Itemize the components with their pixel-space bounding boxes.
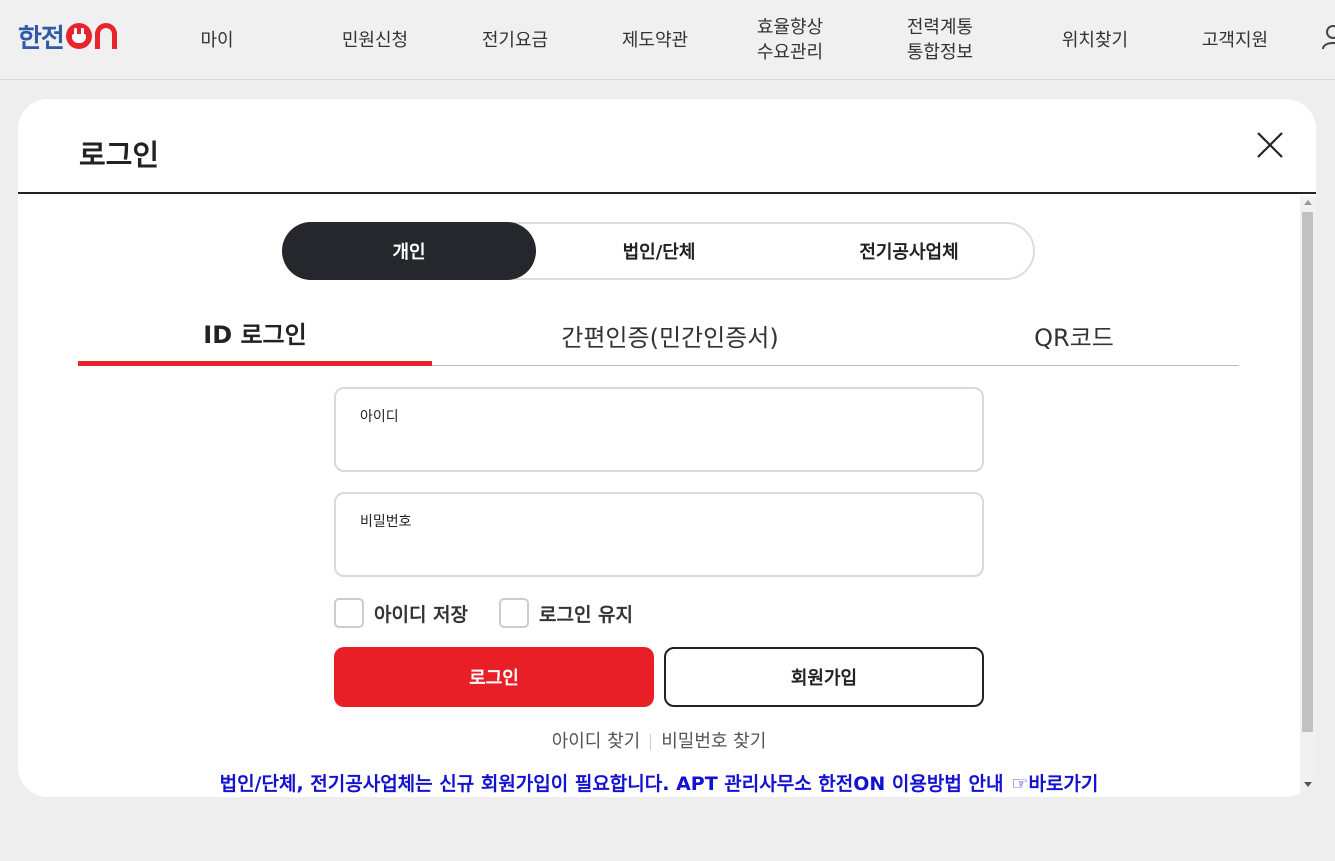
close-icon[interactable] xyxy=(1254,129,1286,161)
find-id-link[interactable]: 아이디 찾기 xyxy=(552,731,641,752)
save-id-checkbox-row[interactable]: 아이디 저장 xyxy=(334,597,468,629)
password-field-label: 비밀번호 xyxy=(360,514,412,530)
password-input[interactable] xyxy=(358,536,958,566)
nav-item-electricity-bill[interactable]: 전기요금 xyxy=(450,0,580,80)
scrollbar-thumb[interactable] xyxy=(1302,212,1313,732)
nav-item-my[interactable]: 마이 xyxy=(152,0,282,80)
user-type-corporation[interactable]: 법인/단체 xyxy=(532,222,786,280)
modal-header: 로그인 xyxy=(18,99,1316,194)
logo-n-shape xyxy=(94,23,117,49)
shortcut-link[interactable]: ☞바로가기 xyxy=(1011,773,1098,795)
scroll-up-arrow-icon[interactable] xyxy=(1304,200,1312,205)
nav-item-customer-support[interactable]: 고객지원 xyxy=(1170,0,1300,80)
login-method-tabs: ID 로그인 간편인증(민간인증서) QR코드 xyxy=(78,304,1239,366)
id-field[interactable]: 아이디 xyxy=(334,387,984,472)
find-account-links: 아이디 찾기 비밀번호 찾기 xyxy=(18,727,1300,753)
nav-item-grid-info[interactable]: 전력계통 통합정보 xyxy=(875,0,1005,80)
id-field-label: 아이디 xyxy=(360,409,399,425)
keep-login-checkbox-row[interactable]: 로그인 유지 xyxy=(499,597,633,629)
keep-login-checkbox[interactable] xyxy=(499,598,529,628)
save-id-checkbox[interactable] xyxy=(334,598,364,628)
nav-item-policy-terms[interactable]: 제도약관 xyxy=(590,0,720,80)
user-type-individual[interactable]: 개인 xyxy=(282,222,536,280)
login-button[interactable]: 로그인 xyxy=(334,647,654,707)
plug-icon xyxy=(65,23,92,49)
nav-item-civil-application[interactable]: 민원신청 xyxy=(310,0,440,80)
signup-notice-text: 법인/단체, 전기공사업체는 신규 회원가입이 필요합니다. APT 관리사무소… xyxy=(219,773,1004,795)
tab-simple-auth[interactable]: 간편인증(민간인증서) xyxy=(493,304,847,366)
password-field[interactable]: 비밀번호 xyxy=(334,492,984,577)
user-icon[interactable] xyxy=(1322,24,1335,50)
nav-item-location[interactable]: 위치찾기 xyxy=(1030,0,1160,80)
modal-scrollbar[interactable] xyxy=(1300,196,1316,797)
modal-title: 로그인 xyxy=(79,138,160,172)
logo-text: 한전 xyxy=(18,23,65,54)
nav-item-efficiency-demand[interactable]: 효율향상 수요관리 xyxy=(725,0,855,80)
find-password-link[interactable]: 비밀번호 찾기 xyxy=(661,731,766,752)
tab-qr-code[interactable]: QR코드 xyxy=(897,304,1251,366)
signup-notice: 법인/단체, 전기공사업체는 신규 회원가입이 필요합니다. APT 관리사무소… xyxy=(18,769,1300,796)
keep-login-label: 로그인 유지 xyxy=(539,603,634,626)
save-id-label: 아이디 저장 xyxy=(374,603,469,626)
tab-id-login[interactable]: ID 로그인 xyxy=(78,304,432,366)
id-input[interactable] xyxy=(358,431,958,461)
scroll-down-arrow-icon[interactable] xyxy=(1304,782,1312,787)
top-navigation-bar: 한전 마이 민원신청 전기요금 제도약관 효율향상 수요관리 전력계통 통합정보… xyxy=(0,0,1335,80)
user-type-selector: 개인 법인/단체 전기공사업체 xyxy=(282,222,1035,280)
login-modal: 로그인 개인 법인/단체 전기공사업체 ID 로그인 간편인증(민간인증서) Q… xyxy=(18,99,1316,797)
logo-on-mark xyxy=(65,23,117,49)
user-type-contractor[interactable]: 전기공사업체 xyxy=(782,222,1036,280)
kepco-on-logo[interactable]: 한전 xyxy=(18,22,117,54)
link-divider xyxy=(650,734,652,750)
join-button[interactable]: 회원가입 xyxy=(664,647,984,707)
